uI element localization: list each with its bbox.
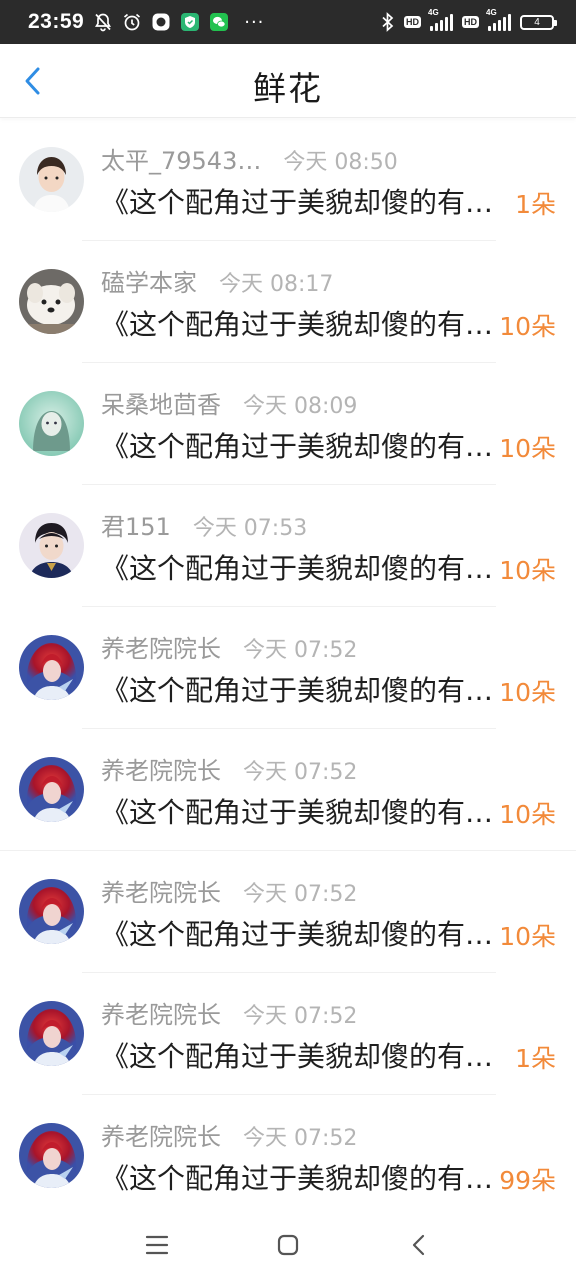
name-line: 呆桑地茴香 今天 08:09	[101, 385, 357, 420]
flower-count: 99朵	[499, 1166, 556, 1195]
timestamp: 今天 07:52	[243, 882, 358, 907]
list-item[interactable]: 养老院院长 今天 07:52 《这个配角过于美貌却傻的有点可爱》 10朵	[0, 729, 576, 851]
timestamp: 今天 08:17	[219, 272, 334, 297]
shield-app-icon	[180, 12, 200, 32]
more-notifications-icon: ···	[244, 11, 265, 33]
flower-count: 10朵	[499, 434, 556, 463]
flower-count: 10朵	[499, 556, 556, 585]
flower-count: 10朵	[499, 922, 556, 951]
nav-back-button[interactable]	[404, 1232, 434, 1258]
list-item[interactable]: 呆桑地茴香 今天 08:09 《这个配角过于美貌却傻的有点可爱》 10朵	[0, 363, 576, 485]
username[interactable]: 养老院院长	[101, 751, 221, 786]
avatar[interactable]	[19, 1001, 84, 1066]
status-bar-right: HD 4G HD 4G 4	[381, 8, 557, 32]
avatar[interactable]	[19, 879, 84, 944]
page-title: 鲜花	[253, 69, 323, 108]
back-icon	[412, 1234, 425, 1256]
avatar[interactable]	[19, 269, 84, 334]
bluetooth-icon	[381, 12, 395, 32]
book-title: 《这个配角过于美貌却傻的有点可爱》	[101, 1162, 497, 1195]
alarm-icon	[122, 12, 142, 32]
username[interactable]: 养老院院长	[101, 873, 221, 908]
name-line: 养老院院长 今天 07:52	[101, 995, 357, 1030]
network-type-2: 4G	[486, 8, 497, 17]
timestamp: 今天 07:52	[243, 638, 358, 663]
flower-count: 10朵	[499, 800, 556, 829]
status-time: 23:59	[28, 10, 85, 33]
menu-button[interactable]	[142, 1232, 172, 1258]
username[interactable]: 呆桑地茴香	[101, 385, 221, 420]
book-title: 《这个配角过于美貌却傻的有点可爱》	[101, 674, 497, 707]
timestamp: 今天 07:52	[243, 1004, 358, 1029]
timestamp: 今天 08:50	[283, 150, 398, 175]
name-line: 太平_79543… 今天 08:50	[101, 141, 398, 176]
username[interactable]: 养老院院长	[101, 995, 221, 1030]
list-item[interactable]: 君151 今天 07:53 《这个配角过于美貌却傻的有点可爱》 10朵	[0, 485, 576, 607]
avatar[interactable]	[19, 513, 84, 578]
book-title: 《这个配角过于美貌却傻的有点可爱》	[101, 918, 497, 951]
hd-badge-2: HD	[462, 16, 479, 28]
list-item[interactable]: 养老院院长 今天 07:52 《这个配角过于美貌却傻的有点可爱》 1朵	[0, 973, 576, 1095]
system-nav-bar	[0, 1210, 576, 1280]
status-bar: 23:59 ··· HD 4G HD 4G 4	[0, 0, 576, 44]
book-title: 《这个配角过于美貌却傻的有点可爱》	[101, 552, 497, 585]
name-line: 养老院院长 今天 07:52	[101, 873, 357, 908]
hd-badge-1: HD	[404, 16, 421, 28]
username[interactable]: 养老院院长	[101, 629, 221, 664]
app-header: 鲜花	[0, 44, 576, 118]
flower-count: 1朵	[515, 1044, 556, 1073]
avatar[interactable]	[19, 391, 84, 456]
list-item[interactable]: 磕学本家 今天 08:17 《这个配角过于美貌却傻的有点可爱》 10朵	[0, 241, 576, 363]
book-title: 《这个配角过于美貌却傻的有点可爱》	[101, 430, 497, 463]
network-type-1: 4G	[428, 8, 439, 17]
book-title: 《这个配角过于美貌却傻的有点可爱》	[101, 1040, 497, 1073]
menu-icon	[145, 1235, 169, 1255]
timestamp: 今天 08:09	[243, 394, 358, 419]
list-item[interactable]: 养老院院长 今天 07:52 《这个配角过于美貌却傻的有点可爱》 10朵	[0, 607, 576, 729]
flower-count: 10朵	[499, 312, 556, 341]
app-notification-icon	[151, 12, 171, 32]
wechat-icon	[209, 12, 229, 32]
flower-count: 10朵	[499, 678, 556, 707]
signal-icon-1: 4G	[428, 8, 453, 31]
status-bar-left: 23:59 ···	[28, 10, 264, 34]
book-title: 《这个配角过于美貌却傻的有点可爱》	[101, 796, 497, 829]
book-title: 《这个配角过于美貌却傻的有点可爱》	[101, 186, 497, 219]
list-item[interactable]: 养老院院长 今天 07:52 《这个配角过于美貌却傻的有点可爱》 10朵	[0, 851, 576, 973]
timestamp: 今天 07:53	[192, 516, 308, 541]
signal-icon-2: 4G	[486, 8, 511, 31]
flower-record-list: 太平_79543… 今天 08:50 《这个配角过于美貌却傻的有点可爱》 1朵 …	[0, 119, 576, 1217]
list-item[interactable]: 养老院院长 今天 07:52 《这个配角过于美貌却傻的有点可爱》 99朵	[0, 1095, 576, 1217]
battery-level: 4	[534, 16, 540, 28]
name-line: 养老院院长 今天 07:52	[101, 629, 357, 664]
book-title: 《这个配角过于美貌却傻的有点可爱》	[101, 308, 497, 341]
avatar[interactable]	[19, 1123, 84, 1188]
timestamp: 今天 07:52	[243, 1126, 358, 1151]
mute-bell-icon	[93, 12, 113, 32]
home-icon	[277, 1234, 299, 1256]
avatar[interactable]	[19, 757, 84, 822]
username[interactable]: 君151	[101, 507, 171, 542]
avatar[interactable]	[19, 147, 84, 212]
name-line: 君151 今天 07:53	[101, 507, 307, 542]
name-line: 磕学本家 今天 08:17	[101, 263, 333, 298]
list-item[interactable]: 太平_79543… 今天 08:50 《这个配角过于美貌却傻的有点可爱》 1朵	[0, 119, 576, 241]
name-line: 养老院院长 今天 07:52	[101, 1117, 357, 1152]
username[interactable]: 太平_79543…	[101, 141, 261, 176]
home-button[interactable]	[273, 1232, 303, 1258]
username[interactable]: 养老院院长	[101, 1117, 221, 1152]
flower-count: 1朵	[515, 190, 556, 219]
battery-icon: 4	[520, 14, 557, 30]
username[interactable]: 磕学本家	[101, 263, 197, 298]
timestamp: 今天 07:52	[243, 760, 358, 785]
name-line: 养老院院长 今天 07:52	[101, 751, 357, 786]
avatar[interactable]	[19, 635, 84, 700]
